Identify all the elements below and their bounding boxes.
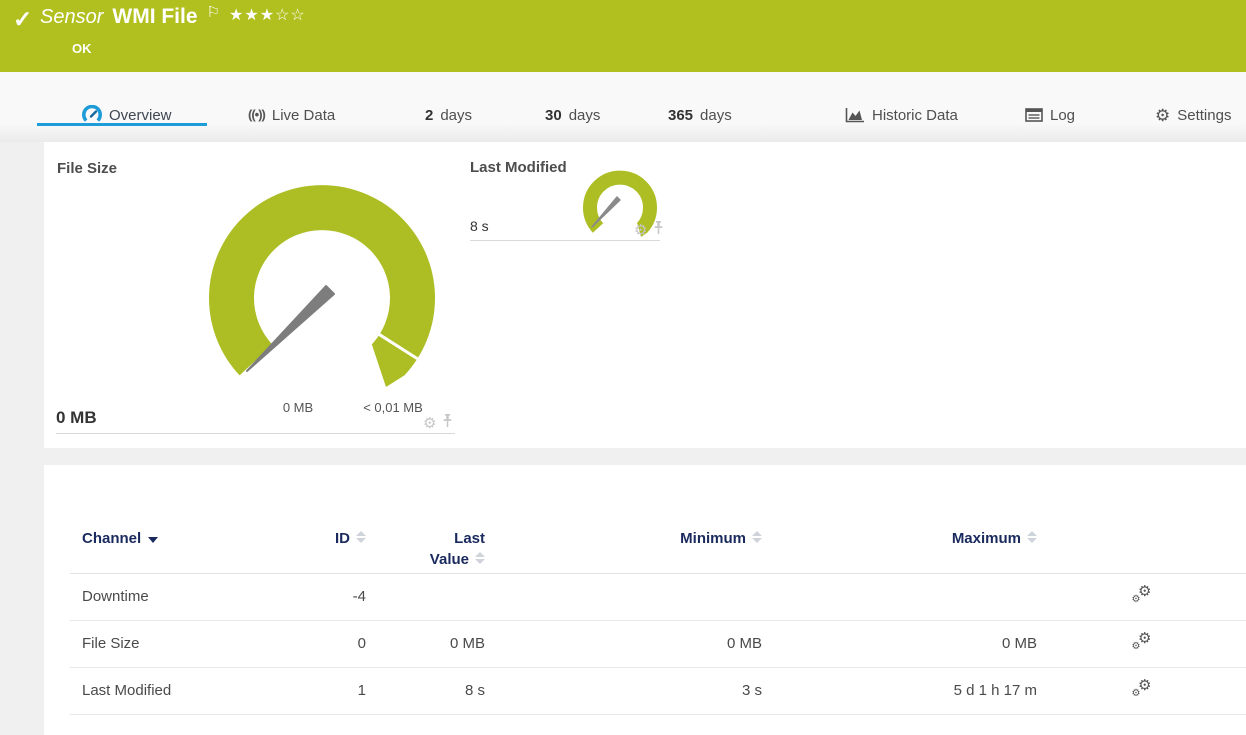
prtg-sensor-page: ✓ Sensor WMI File ⚐ ★★★☆☆ OK Overview ((… (0, 0, 1246, 735)
file-size-current-value: 0 MB (56, 408, 97, 427)
sensor-title-line: Sensor WMI File ⚐ ★★★☆☆ (40, 3, 306, 29)
last-modified-widget-title: Last Modified (470, 159, 567, 176)
sort-arrows-icon (1027, 531, 1037, 544)
tab-settings[interactable]: ⚙ Settings (1155, 100, 1231, 130)
column-header-minimum-label: Minimum (680, 530, 746, 547)
tab-2-days-number: 2 (425, 106, 434, 124)
status-check-icon: ✓ (13, 6, 33, 32)
table-row[interactable]: Last Modified 1 8 s 3 s 5 d 1 h 17 m ⚙ ⚙ (70, 667, 1246, 715)
cell-last-value (366, 573, 485, 621)
tab-live-data-label: Live Data (271, 106, 336, 124)
cell-last-value: 0 MB (366, 620, 485, 668)
cell-id: 0 (262, 620, 366, 668)
sort-arrows-icon (475, 552, 485, 565)
tab-2-days[interactable]: 2 days (425, 100, 472, 130)
table-row[interactable]: Downtime -4 ⚙ ⚙ (70, 573, 1246, 621)
column-header-last-value[interactable]: Last Value (366, 465, 485, 574)
area-chart-icon (845, 107, 865, 123)
settings-gear-icon: ⚙ (1155, 105, 1171, 125)
cell-minimum: 3 s (485, 667, 762, 715)
widget-gear-icon[interactable]: ⚙ (634, 223, 647, 238)
file-size-widget-controls: ⚙ (423, 414, 453, 433)
column-header-minimum[interactable]: Minimum (485, 465, 762, 574)
tab-log-label: Log (1050, 106, 1076, 124)
channel-settings-gears-icon[interactable]: ⚙ ⚙ (1132, 631, 1152, 652)
tab-historic-data-label: Historic Data (872, 106, 958, 124)
tab-historic-data[interactable]: Historic Data (845, 100, 958, 130)
widget-gear-icon[interactable]: ⚙ (423, 416, 436, 431)
tab-live-data[interactable]: ((•)) Live Data (248, 100, 335, 130)
sort-arrows-icon (752, 531, 762, 544)
sensor-header: ✓ Sensor WMI File ⚐ ★★★☆☆ OK (0, 0, 1246, 72)
cell-channel: Downtime (70, 573, 262, 621)
tab-365-days-number: 365 (668, 106, 694, 124)
cell-minimum (485, 573, 762, 621)
tab-365-days-label: days (700, 106, 732, 124)
widget-pin-icon[interactable] (653, 221, 664, 240)
gauges-panel: File Size 0 MB < 0,01 MB 0 MB ⚙ Last Mod… (44, 142, 1246, 448)
status-badge: OK (72, 41, 92, 56)
priority-stars[interactable]: ★★★☆☆ (229, 5, 306, 25)
table-row[interactable]: File Size 0 0 MB 0 MB 0 MB ⚙ ⚙ (70, 620, 1246, 668)
column-header-id-label: ID (335, 530, 350, 547)
cell-channel: Last Modified (70, 667, 262, 715)
table-header-row: Channel ID Last Value Minimum Maximum (70, 465, 1246, 574)
cell-maximum (762, 573, 1037, 621)
channel-settings-gears-icon[interactable]: ⚙ ⚙ (1132, 584, 1152, 605)
tab-log[interactable]: Log (1025, 100, 1075, 130)
sort-caret-down-icon (148, 537, 159, 543)
column-header-channel-label: Channel (82, 530, 142, 547)
last-modified-widget-divider (470, 240, 660, 241)
channel-settings-gears-icon[interactable]: ⚙ ⚙ (1132, 678, 1152, 699)
gauge-icon (82, 104, 102, 125)
last-modified-current-value: 8 s (470, 218, 489, 234)
tab-bar: Overview ((•)) Live Data 2 days 30 days … (0, 72, 1246, 142)
cell-id: -4 (262, 573, 366, 621)
cell-channel: File Size (70, 620, 262, 668)
gauge-max-label: < 0,01 MB (363, 400, 423, 415)
tab-365-days[interactable]: 365 days (668, 100, 732, 130)
cell-maximum: 5 d 1 h 17 m (762, 667, 1037, 715)
file-size-widget-divider (56, 433, 455, 434)
tab-30-days-number: 30 (545, 106, 562, 124)
file-size-widget-title: File Size (57, 160, 118, 177)
sensor-kind-label: Sensor (40, 6, 104, 28)
tab-settings-label: Settings (1177, 106, 1232, 124)
flag-icon[interactable]: ⚐ (207, 3, 220, 21)
column-header-maximum[interactable]: Maximum (762, 465, 1037, 574)
tab-30-days[interactable]: 30 days (545, 100, 600, 130)
channels-table: Channel ID Last Value Minimum Maximum Do… (70, 465, 1246, 715)
column-header-channel[interactable]: Channel (70, 465, 262, 574)
cell-minimum: 0 MB (485, 620, 762, 668)
cell-last-value: 8 s (366, 667, 485, 715)
cell-id: 1 (262, 667, 366, 715)
column-header-id[interactable]: ID (262, 465, 366, 574)
tab-30-days-label: days (568, 106, 601, 124)
log-list-icon (1025, 108, 1043, 122)
sort-arrows-icon (356, 531, 366, 544)
column-header-last-label: Last (454, 530, 485, 547)
sensor-name: WMI File (112, 5, 198, 28)
widget-pin-icon[interactable] (442, 414, 453, 433)
tab-2-days-label: days (440, 106, 473, 124)
tab-overview-label: Overview (109, 106, 172, 124)
channels-panel: Channel ID Last Value Minimum Maximum Do… (44, 465, 1246, 735)
column-header-maximum-label: Maximum (951, 530, 1021, 547)
last-modified-widget-controls: ⚙ (634, 221, 664, 240)
column-header-value-label: Value (429, 551, 469, 568)
file-size-gauge (209, 185, 435, 387)
active-tab-underline (37, 123, 207, 126)
column-header-actions (1037, 465, 1246, 574)
cell-maximum: 0 MB (762, 620, 1037, 668)
